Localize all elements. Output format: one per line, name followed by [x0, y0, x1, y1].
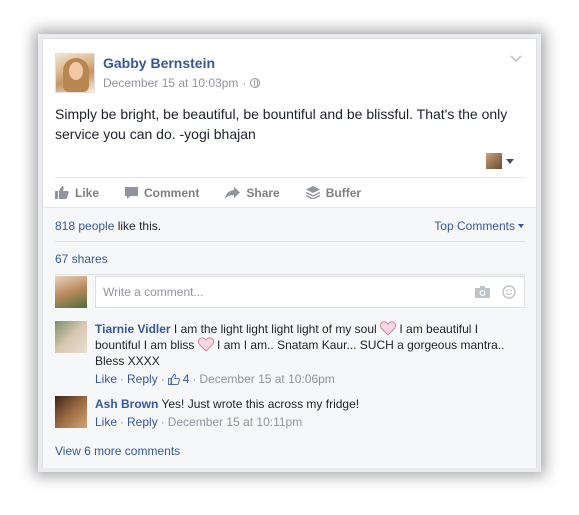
- comment-like-count[interactable]: 4: [183, 371, 190, 387]
- top-comments-dropdown[interactable]: Top Comments: [434, 219, 524, 233]
- likes-text: like this.: [114, 219, 162, 233]
- comment-text: Yes! Just wrote this across my fridge!: [158, 397, 360, 411]
- viewer-selector[interactable]: [486, 153, 514, 169]
- camera-icon[interactable]: [475, 286, 490, 298]
- comment-like-link[interactable]: Like: [95, 371, 117, 387]
- meta-separator: ·: [242, 76, 247, 90]
- author-name[interactable]: Gabby Bernstein: [103, 55, 215, 71]
- divider: [55, 274, 525, 275]
- post-text: Simply be bright, be beautiful, be bount…: [55, 106, 508, 142]
- comment-label: Comment: [144, 185, 200, 200]
- thumbs-up-icon: [167, 373, 180, 385]
- commenter-avatar[interactable]: [55, 321, 87, 353]
- action-bar: Like Comment Share Buffer: [55, 177, 525, 207]
- share-arrow-icon: [225, 186, 241, 199]
- share-label: Share: [246, 185, 280, 200]
- author-avatar[interactable]: [55, 53, 95, 93]
- comment-time[interactable]: December 15 at 10:06pm: [199, 371, 334, 387]
- buffer-stack-icon: [305, 186, 320, 199]
- top-comments-label: Top Comments: [434, 219, 515, 233]
- viewer-avatar: [486, 153, 502, 169]
- emoji-icon[interactable]: [502, 285, 516, 299]
- divider: [55, 241, 525, 242]
- comment-meta: Like · Reply · December 15 at 10:11pm: [95, 414, 303, 430]
- caret-down-icon: [506, 158, 514, 164]
- comment-meta: Like · Reply · 4 · December 15 at 10:06p…: [95, 371, 335, 387]
- heart-icon: [380, 321, 397, 336]
- comment-like-link[interactable]: Like: [95, 414, 117, 430]
- feedback-section: 818 people like this. Top Comments 67 sh…: [43, 207, 536, 468]
- thumbs-up-icon: [55, 186, 69, 199]
- comment-time[interactable]: December 15 at 10:11pm: [168, 414, 303, 430]
- buffer-label: Buffer: [325, 185, 362, 200]
- globe-icon[interactable]: [250, 78, 261, 88]
- comment-button[interactable]: Comment: [125, 186, 199, 200]
- chevron-down-icon[interactable]: [510, 55, 522, 63]
- post-timestamp[interactable]: December 15 at 10:03pm: [103, 76, 238, 90]
- post-card: Gabby Bernstein December 15 at 10:03pm ·…: [42, 38, 537, 468]
- comment-placeholder: Write a comment...: [103, 285, 204, 299]
- view-more-comments-link[interactable]: View 6 more comments: [55, 444, 180, 458]
- post-meta: December 15 at 10:03pm ·: [103, 76, 261, 90]
- likes-link[interactable]: 818 people: [55, 219, 114, 233]
- caret-down-icon: [518, 224, 524, 228]
- commenter-avatar[interactable]: [55, 396, 87, 428]
- comment-bubble-icon: [125, 186, 139, 199]
- like-button[interactable]: Like: [55, 186, 99, 200]
- likes-summary: 818 people like this.: [55, 219, 161, 233]
- heart-icon: [197, 337, 214, 352]
- buffer-button[interactable]: Buffer: [305, 185, 362, 200]
- shares-link[interactable]: 67 shares: [55, 252, 108, 266]
- comment-reply-link[interactable]: Reply: [127, 371, 158, 387]
- comment-text: I am the light light light light of my s…: [170, 322, 381, 336]
- commenter-name[interactable]: Tiarnie Vidler: [95, 322, 171, 336]
- comment-input[interactable]: Write a comment...: [95, 276, 525, 308]
- commenter-name[interactable]: Ash Brown: [95, 397, 158, 411]
- my-avatar: [55, 276, 87, 308]
- like-label: Like: [75, 185, 100, 200]
- comment-reply-link[interactable]: Reply: [127, 414, 158, 430]
- share-button[interactable]: Share: [225, 185, 280, 200]
